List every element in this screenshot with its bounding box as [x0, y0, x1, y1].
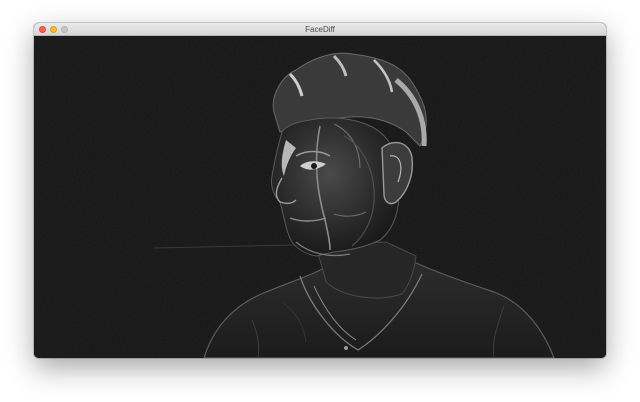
app-window: FaceDiff — [34, 23, 606, 358]
face-diff-canvas — [34, 36, 606, 358]
title-bar[interactable]: FaceDiff — [34, 23, 606, 36]
window-title: FaceDiff — [305, 25, 335, 34]
difference-image — [34, 36, 606, 358]
face — [271, 117, 400, 257]
